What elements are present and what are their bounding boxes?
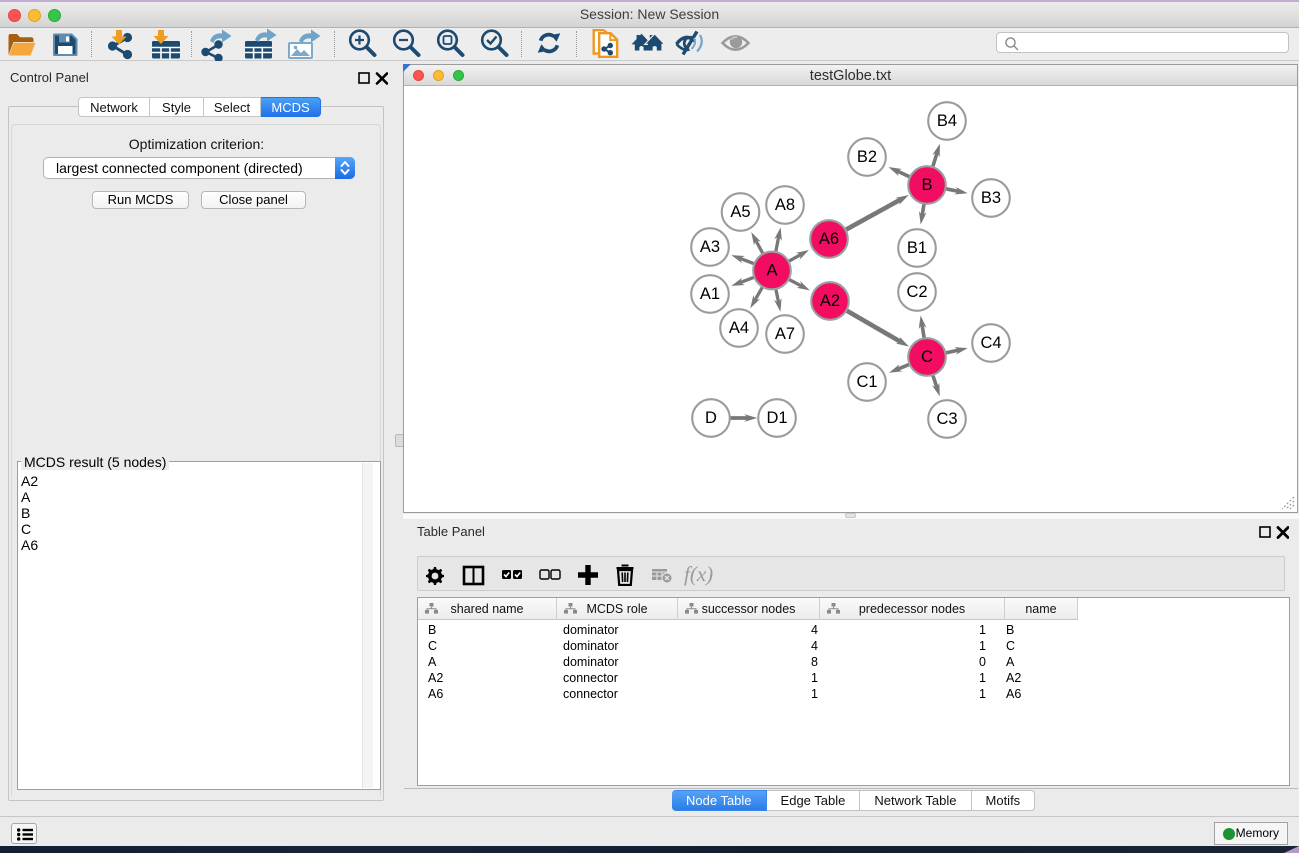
svg-text:C3: C3 — [936, 410, 957, 428]
svg-text:C4: C4 — [980, 334, 1001, 352]
svg-text:C2: C2 — [906, 283, 927, 301]
svg-text:B1: B1 — [907, 239, 927, 257]
svg-text:B4: B4 — [937, 112, 957, 130]
svg-text:B3: B3 — [981, 189, 1001, 207]
svg-text:A3: A3 — [700, 238, 720, 256]
svg-text:A1: A1 — [700, 285, 720, 303]
svg-text:A7: A7 — [775, 325, 795, 343]
svg-text:C1: C1 — [856, 373, 877, 391]
svg-text:A4: A4 — [729, 319, 749, 337]
svg-text:A: A — [766, 262, 777, 280]
svg-text:A8: A8 — [775, 196, 795, 214]
svg-text:A5: A5 — [730, 203, 750, 221]
svg-text:C: C — [921, 348, 933, 366]
svg-text:A6: A6 — [819, 230, 839, 248]
svg-text:B2: B2 — [857, 148, 877, 166]
svg-text:D1: D1 — [766, 409, 787, 427]
svg-text:f(x): f(x) — [684, 564, 713, 586]
svg-text:A2: A2 — [820, 292, 840, 310]
svg-text:D: D — [705, 409, 717, 427]
svg-text:B: B — [921, 176, 932, 194]
